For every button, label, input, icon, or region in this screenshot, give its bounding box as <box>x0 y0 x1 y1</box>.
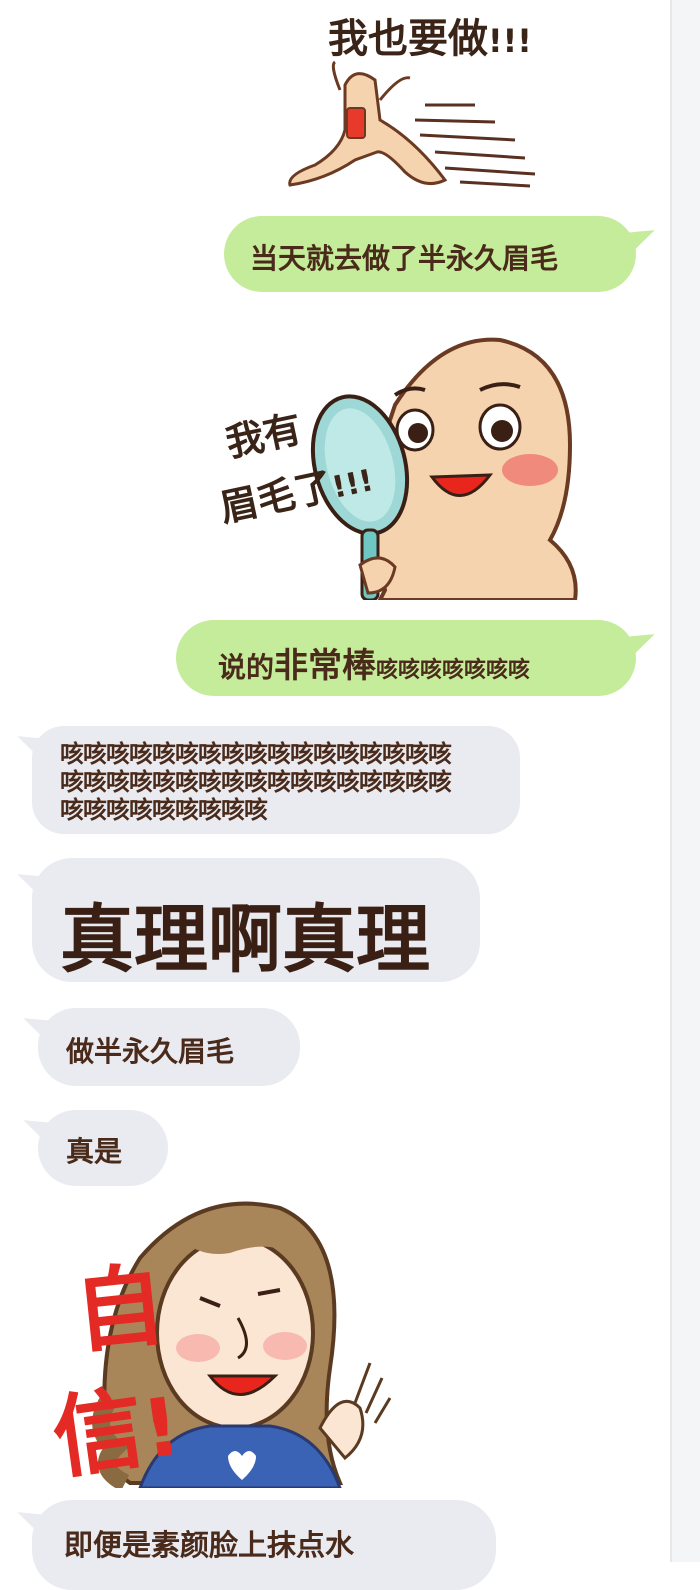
chat-bubble-incoming: 即便是素颜脸上抹点水 <box>32 1500 496 1590</box>
chat-bubble-outgoing: 当天就去做了半永久眉毛 <box>224 216 636 292</box>
message-text: 咳咳咳咳咳咳咳咳咳咳咳咳咳咳咳咳咳 咳咳咳咳咳咳咳咳咳咳咳咳咳咳咳咳咳 咳咳咳咳… <box>60 740 452 824</box>
chat-bubble-incoming: 咳咳咳咳咳咳咳咳咳咳咳咳咳咳咳咳咳 咳咳咳咳咳咳咳咳咳咳咳咳咳咳咳咳咳 咳咳咳咳… <box>32 726 520 834</box>
sticker-caption-char2: 信! <box>46 1375 186 1493</box>
chat-bubble-incoming: 真理啊真理 <box>32 858 480 983</box>
message-text: 真是 <box>66 1135 123 1168</box>
sticker-caption: 我也要做!!! <box>328 16 532 62</box>
chat-bubble-outgoing: 说的非常棒咳咳咳咳咳咳咳 <box>176 620 636 696</box>
running-figure-illustration <box>288 60 536 188</box>
message-text: 说的非常棒咳咳咳咳咳咳咳 <box>218 646 531 686</box>
chat-bubble-incoming: 做半永久眉毛 <box>38 1008 300 1086</box>
chat-bubble-incoming: 真是 <box>38 1110 168 1186</box>
message-text: 做半永久眉毛 <box>66 1035 235 1068</box>
message-text: 真理啊真理 <box>60 897 430 983</box>
message-text: 即便是素颜脸上抹点水 <box>64 1528 355 1562</box>
sticker-caption-char1: 自 <box>69 1252 171 1367</box>
scrollbar-track[interactable] <box>670 0 700 1562</box>
message-text: 当天就去做了半永久眉毛 <box>250 242 559 275</box>
